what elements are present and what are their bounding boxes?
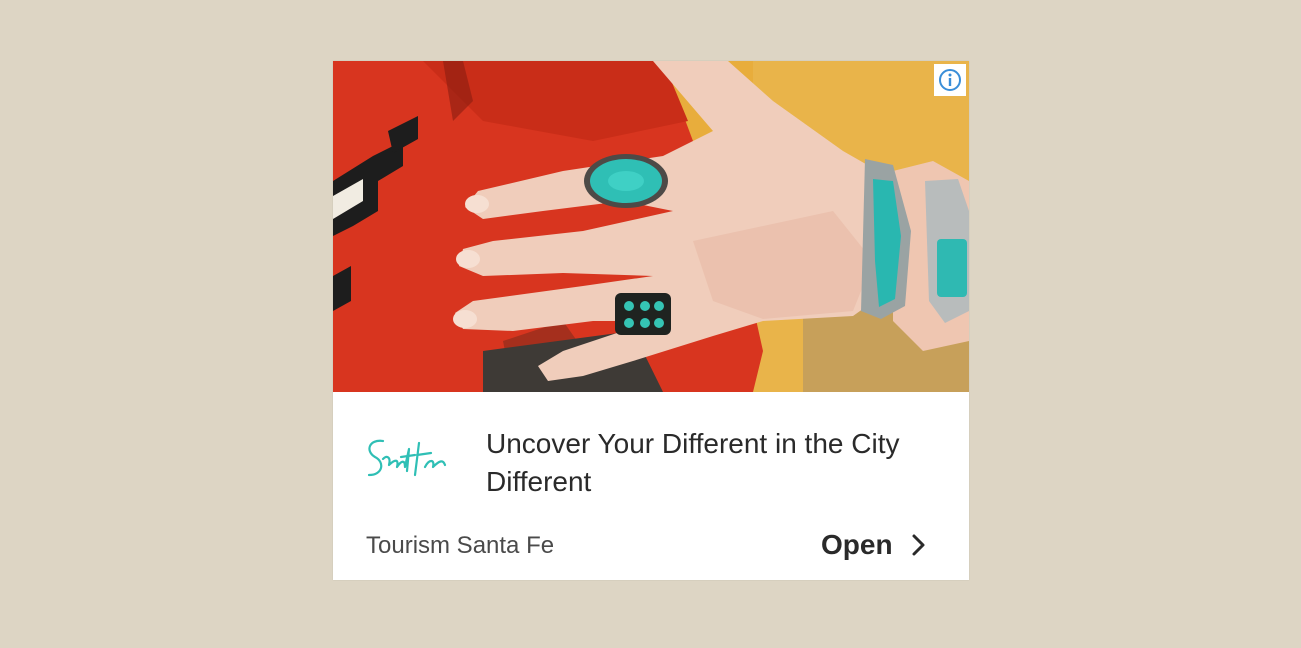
open-button[interactable]: Open <box>821 523 927 567</box>
ad-hero-image[interactable] <box>333 61 969 392</box>
advertiser-logo[interactable] <box>361 429 471 493</box>
advertiser-name: Tourism Santa Fe <box>366 532 555 559</box>
chevron-right-icon <box>912 534 925 556</box>
hands-with-turquoise-jewelry-photo <box>333 61 969 392</box>
ad-card[interactable]: Uncover Your Different in the City Diffe… <box>333 61 969 580</box>
open-button-label: Open <box>821 529 893 560</box>
ad-choices-button[interactable] <box>934 64 966 96</box>
santa-fe-logo-icon <box>367 439 447 477</box>
info-icon <box>939 69 961 91</box>
ad-headline[interactable]: Uncover Your Different in the City Diffe… <box>486 425 946 501</box>
